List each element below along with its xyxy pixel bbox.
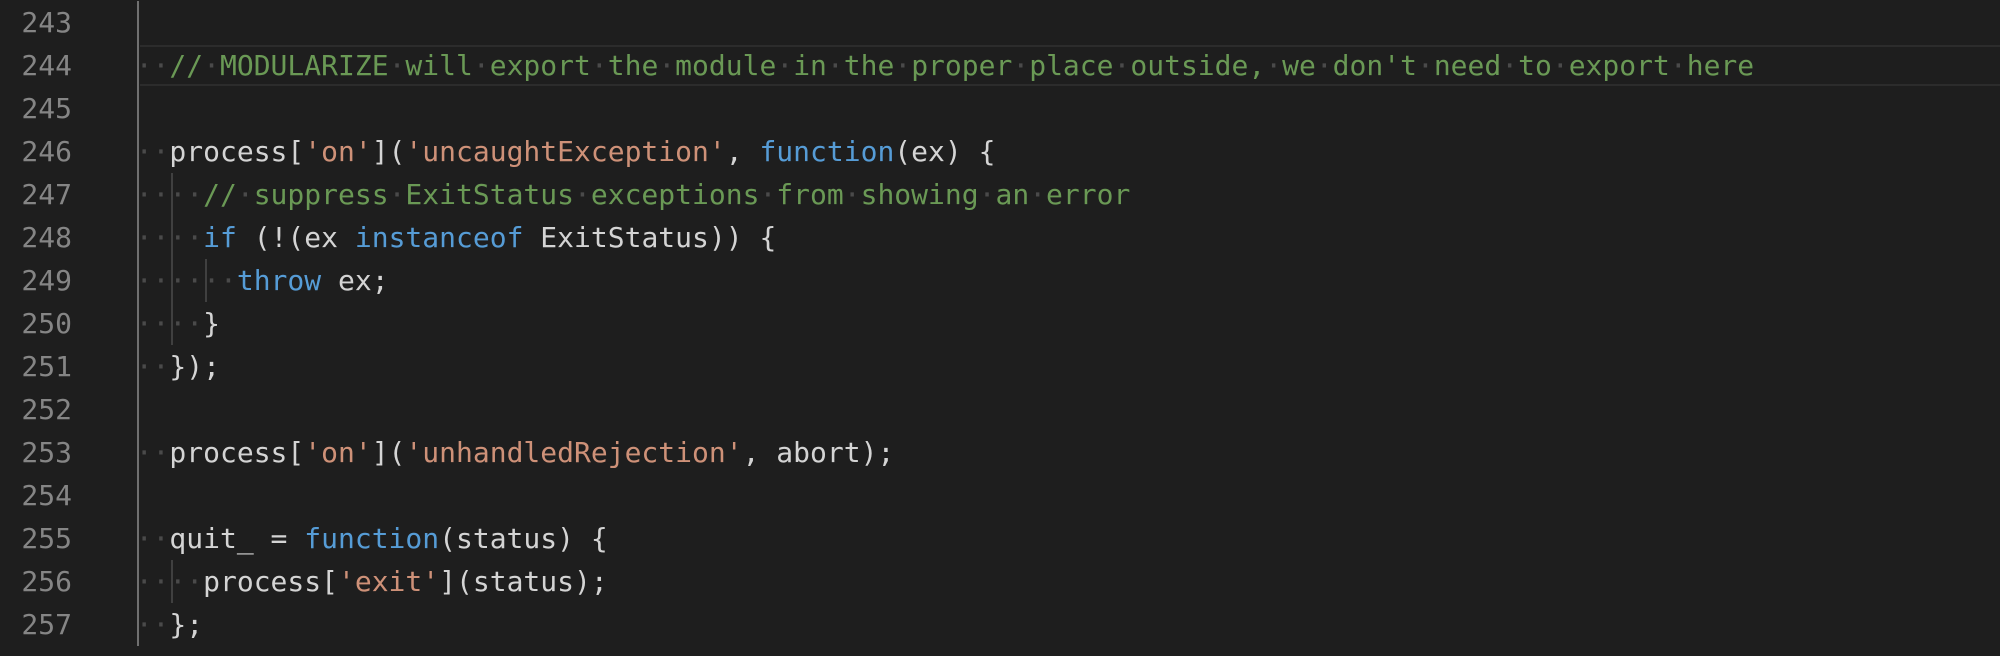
code-token-plain: process[ <box>169 436 305 469</box>
code-line[interactable]: 256 ····process['exit'](status); <box>0 560 2000 603</box>
line-number: 255 <box>21 522 72 555</box>
code-line[interactable]: 254 <box>0 474 2000 517</box>
code-line[interactable]: 253 ··process['on']('unhandledRejection',… <box>0 431 2000 474</box>
code-token-com: //·suppress·ExitStatus·exceptions·from·s… <box>203 178 1131 211</box>
code-text: ··quit_ = function(status) { <box>136 517 608 560</box>
code-line[interactable]: 257 ··}; <box>0 603 2000 646</box>
code-text: ··process['on']('unhandledRejection', ab… <box>136 431 895 474</box>
code-line[interactable]: 251 ··}); <box>0 345 2000 388</box>
code-line[interactable]: 250 ····} <box>0 302 2000 345</box>
line-number: 249 <box>21 264 72 297</box>
code-token-str: 'unhandledRejection' <box>405 436 743 469</box>
code-token-str: 'on' <box>304 135 372 168</box>
code-token-plain: ex; <box>321 264 389 297</box>
code-token-plain: quit_ = <box>169 522 305 555</box>
code-token-str: 'exit' <box>337 565 440 598</box>
whitespace-markers: ···· <box>169 264 237 297</box>
indent-guide <box>171 560 173 603</box>
code-token-plain: (!(ex <box>236 221 355 254</box>
code-text: ······throw ex; <box>136 259 389 302</box>
whitespace-markers: ·· <box>135 350 170 383</box>
line-number: 252 <box>21 393 72 426</box>
code-editor[interactable]: 243 244 ··//·MODULARIZE·will·export·the·mo… <box>0 0 2000 656</box>
code-token-kw: function <box>759 135 895 168</box>
code-text: ··}); <box>136 345 220 388</box>
code-token-plain: , abort); <box>742 436 895 469</box>
code-token-plain: ]( <box>371 436 406 469</box>
code-token-plain: (status) { <box>439 522 608 555</box>
code-token-plain: }; <box>169 608 204 641</box>
code-text: ····//·suppress·ExitStatus·exceptions·fr… <box>136 173 1131 216</box>
code-token-plain: , <box>725 135 760 168</box>
code-line[interactable]: 245 <box>0 87 2000 130</box>
indent-guide <box>137 1 139 646</box>
whitespace-markers: ·· <box>135 436 170 469</box>
whitespace-markers: ·· <box>135 608 170 641</box>
line-number: 245 <box>21 92 72 125</box>
code-token-plain: (ex) { <box>894 135 996 168</box>
code-line[interactable]: 244 ··//·MODULARIZE·will·export·the·modul… <box>0 44 2000 87</box>
code-text: ····} <box>136 302 220 345</box>
whitespace-markers: ·· <box>135 565 170 598</box>
indent-guide <box>205 259 207 302</box>
code-token-kw: function <box>304 522 440 555</box>
line-number: 251 <box>21 350 72 383</box>
whitespace-markers: ·· <box>135 49 170 82</box>
code-token-kw: throw <box>236 264 322 297</box>
code-token-plain: } <box>203 307 220 340</box>
code-token-plain: }); <box>169 350 220 383</box>
code-token-plain: ](status); <box>439 565 608 598</box>
whitespace-markers: ·· <box>135 221 170 254</box>
code-text: ··process['on']('uncaughtException', fun… <box>136 130 996 173</box>
code-line[interactable]: 252 <box>0 388 2000 431</box>
code-token-str: 'uncaughtException' <box>405 135 726 168</box>
code-text: ··//·MODULARIZE·will·export·the·module·i… <box>136 44 1754 87</box>
code-line[interactable]: 249 ······throw ex; <box>0 259 2000 302</box>
code-line[interactable]: 243 <box>0 1 2000 44</box>
whitespace-markers: ·· <box>135 178 170 211</box>
code-text: ····if (!(ex instanceof ExitStatus)) { <box>136 216 777 259</box>
line-number: 243 <box>21 6 72 39</box>
line-number: 250 <box>21 307 72 340</box>
code-token-plain: ExitStatus)) { <box>523 221 777 254</box>
line-number: 244 <box>21 49 72 82</box>
code-line[interactable]: 247 ····//·suppress·ExitStatus·exceptions… <box>0 173 2000 216</box>
whitespace-markers: ·· <box>135 135 170 168</box>
whitespace-markers: ·· <box>135 264 170 297</box>
code-line[interactable]: 248 ····if (!(ex instanceof ExitStatus)) … <box>0 216 2000 259</box>
line-number: 248 <box>21 221 72 254</box>
code-token-str: 'on' <box>304 436 372 469</box>
whitespace-markers: ·· <box>135 307 170 340</box>
code-token-kw: if <box>203 221 237 254</box>
code-token-plain: ]( <box>371 135 406 168</box>
code-text: ····process['exit'](status); <box>136 560 608 603</box>
line-number: 246 <box>21 135 72 168</box>
code-text: ··}; <box>136 603 203 646</box>
whitespace-markers: ·· <box>169 307 204 340</box>
code-token-kw: instanceof <box>354 221 524 254</box>
whitespace-markers: ·· <box>169 178 204 211</box>
line-number: 254 <box>21 479 72 512</box>
line-number: 256 <box>21 565 72 598</box>
code-token-com: //·MODULARIZE·will·export·the·module·in·… <box>169 49 1755 82</box>
code-token-plain: process[ <box>169 135 305 168</box>
line-number: 257 <box>21 608 72 641</box>
whitespace-markers: ·· <box>169 565 204 598</box>
whitespace-markers: ·· <box>135 522 170 555</box>
code-line[interactable]: 255 ··quit_ = function(status) { <box>0 517 2000 560</box>
indent-guide <box>171 173 173 345</box>
whitespace-markers: ·· <box>169 221 204 254</box>
line-number: 247 <box>21 178 72 211</box>
code-line[interactable]: 246 ··process['on']('uncaughtException', … <box>0 130 2000 173</box>
code-token-plain: process[ <box>203 565 338 598</box>
line-number: 253 <box>21 436 72 469</box>
